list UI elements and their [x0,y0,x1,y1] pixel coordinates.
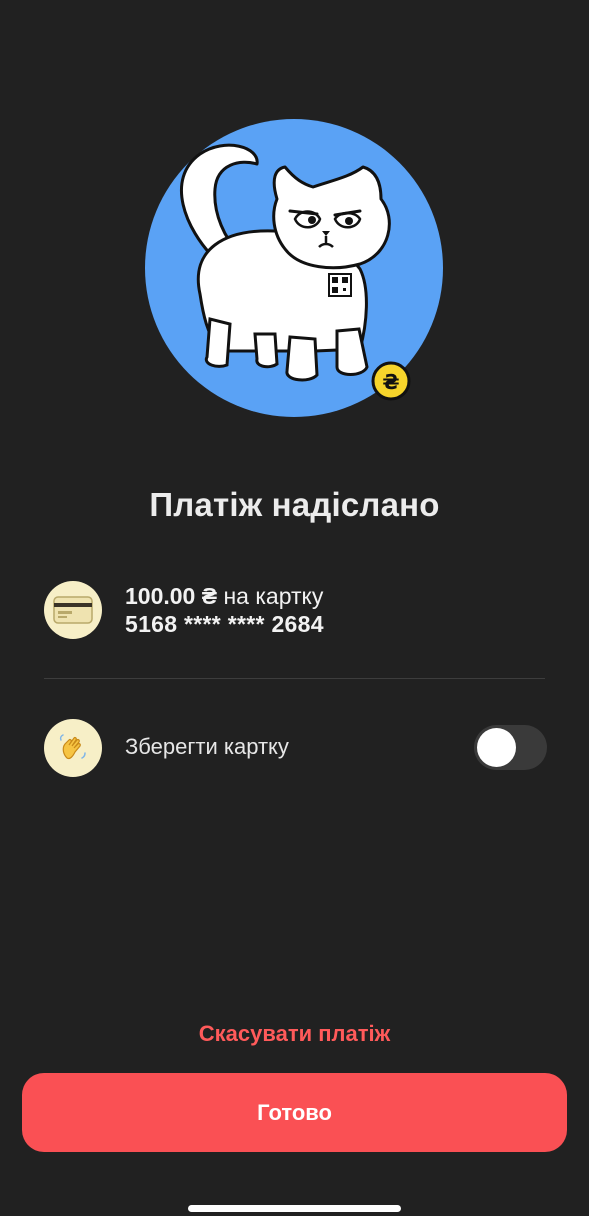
card-icon [44,581,102,639]
waving-hand-icon [44,719,102,777]
save-card-toggle[interactable] [474,725,547,770]
done-button[interactable]: Готово [22,1073,567,1152]
toggle-knob [477,728,516,767]
payment-destination-label: на картку [217,583,324,609]
save-card-label: Зберегти картку [125,734,289,759]
payment-summary: 100.00 ₴ на картку 5168 **** **** 2684 [125,582,324,638]
divider [44,678,545,679]
cat-illustration: ₴ [145,119,443,417]
payment-details-row: 100.00 ₴ на картку 5168 **** **** 2684 [44,580,546,640]
home-indicator [188,1205,401,1212]
save-card-row[interactable]: Зберегти картку [44,719,547,777]
page-title: Платіж надіслано [149,486,440,523]
payment-amount: 100.00 ₴ [125,583,218,609]
coin-symbol: ₴ [382,370,399,394]
card-number: 5168 **** **** 2684 [125,611,324,637]
cancel-payment-link[interactable]: Скасувати платіж [0,1021,589,1047]
